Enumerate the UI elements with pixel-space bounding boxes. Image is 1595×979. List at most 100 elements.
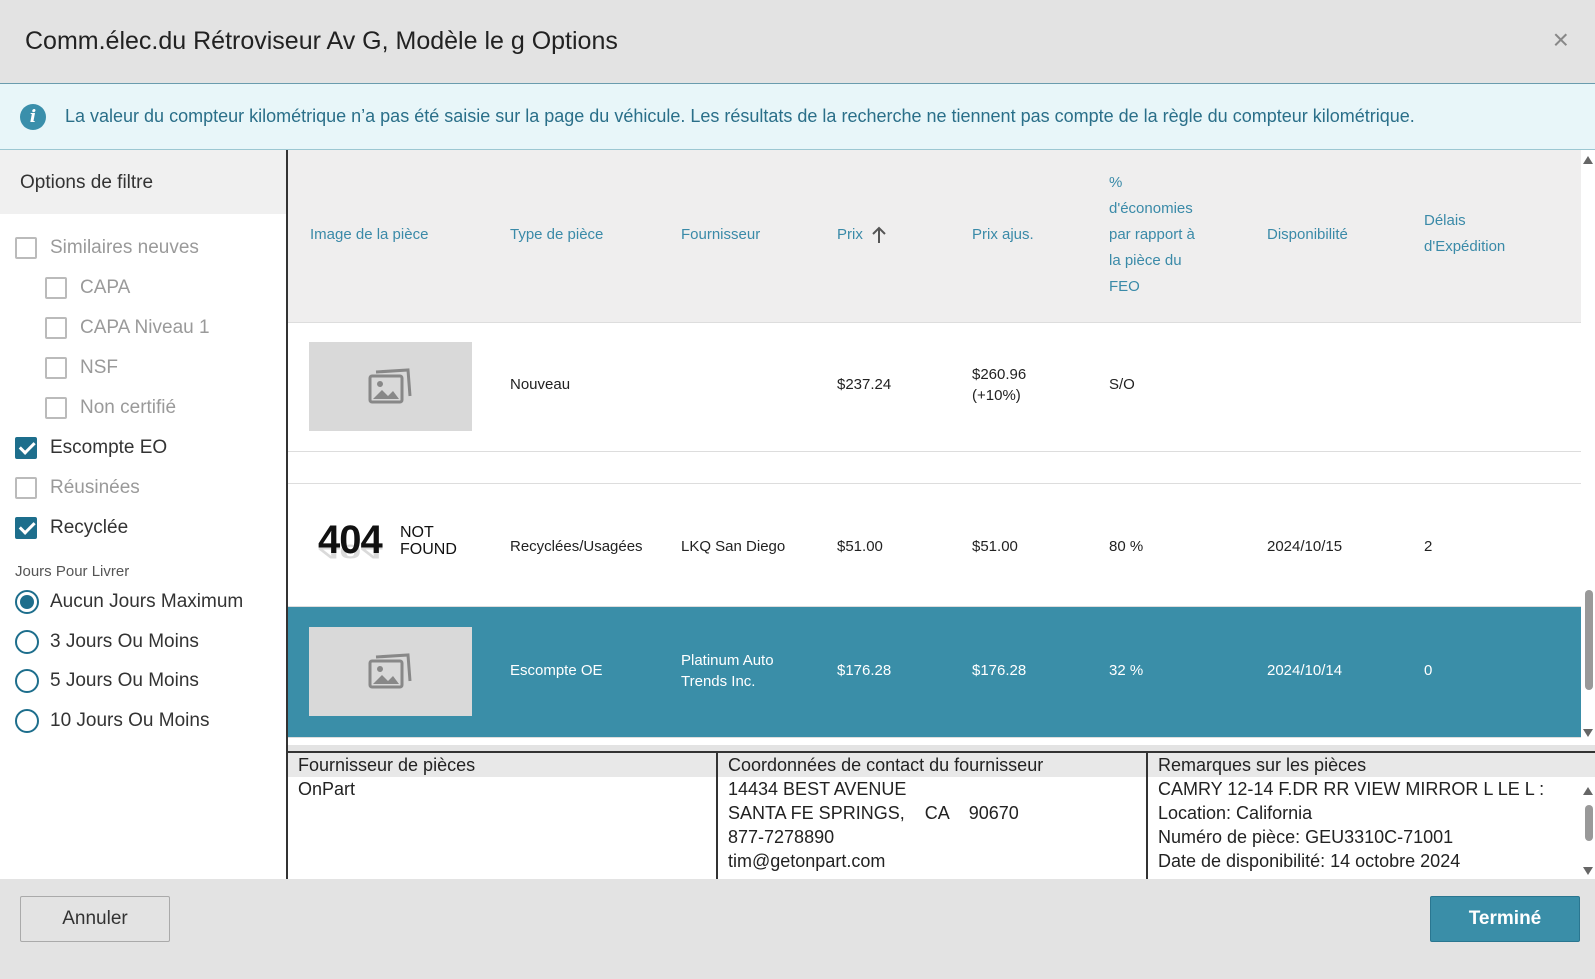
savings: 32 % xyxy=(1109,662,1144,679)
filter-nsf[interactable]: NSF xyxy=(45,357,118,379)
savings: 80 % xyxy=(1109,538,1144,555)
dialog-title: Comm.élec.du Rétroviseur Av G, Modèle le… xyxy=(25,27,618,55)
filter-capa-level1[interactable]: CAPA Niveau 1 xyxy=(45,317,210,339)
filter-non-certified[interactable]: Non certifié xyxy=(45,397,176,419)
contact-address: 14434 BEST AVENUE xyxy=(728,779,907,799)
checkbox[interactable] xyxy=(45,357,67,379)
radio-label: 3 Jours Ou Moins xyxy=(50,631,199,652)
delivery-days-label: Jours Pour Livrer xyxy=(15,563,130,580)
close-icon[interactable]: × xyxy=(1553,26,1569,54)
results-table: Image de la pièce Type de pièce Fourniss… xyxy=(288,150,1595,745)
scrollbar-thumb[interactable] xyxy=(1585,590,1593,690)
contact-city: SANTA FE SPRINGS, CA 90670 xyxy=(728,803,1019,823)
done-button[interactable]: Terminé xyxy=(1430,896,1580,942)
info-banner: i La valeur du compteur kilométrique n’a… xyxy=(0,84,1595,150)
remarks-header: Remarques sur les pièces xyxy=(1148,753,1595,777)
header-type[interactable]: Type de pièce xyxy=(510,222,603,248)
scroll-down-icon[interactable] xyxy=(1583,867,1593,875)
shipping-delay: 2 xyxy=(1424,538,1433,555)
checkbox-checked[interactable] xyxy=(15,517,37,539)
not-found-text: NOT FOUND xyxy=(400,524,457,558)
header-savings[interactable]: % d'économies par rapport à la pièce du … xyxy=(1109,170,1209,300)
filter-eo-discount[interactable]: Escompte EO xyxy=(15,437,167,459)
checkbox[interactable] xyxy=(15,477,37,499)
filter-label: Non certifié xyxy=(80,397,177,418)
radio-selected[interactable] xyxy=(15,590,39,614)
not-found-text-2: FOUND xyxy=(400,541,457,558)
dialog-footer: Annuler Terminé xyxy=(0,879,1595,979)
arrow-up-icon xyxy=(872,226,886,243)
filter-label: Escompte EO xyxy=(50,437,168,458)
header-availability[interactable]: Disponibilité xyxy=(1267,222,1348,248)
header-adjusted-price[interactable]: Prix ajus. xyxy=(972,222,1034,248)
image-icon xyxy=(368,653,412,689)
filter-recycled[interactable]: Recyclée xyxy=(15,517,128,539)
contact-phone: 877-7278890 xyxy=(728,827,835,847)
part-image-placeholder xyxy=(309,342,472,431)
radio-3-days[interactable]: 3 Jours Ou Moins xyxy=(15,630,199,654)
filter-similar-new[interactable]: Similaires neuves xyxy=(15,237,199,259)
filter-label: CAPA Niveau 1 xyxy=(80,317,210,338)
header-price[interactable]: Prix xyxy=(837,222,887,248)
contact-header: Coordonnées de contact du fournisseur xyxy=(718,753,1146,777)
supplier-header: Fournisseur de pièces xyxy=(288,753,716,777)
info-icon: i xyxy=(20,104,46,130)
table-row[interactable]: Nouveau $237.24 $260.96 (+10%) S/O xyxy=(288,322,1583,452)
remarks-line: Date de disponibilité: 14 octobre 2024 xyxy=(1158,851,1461,871)
adjusted-price-value: $260.96 xyxy=(972,366,1027,383)
not-found-text-1: NOT xyxy=(400,524,434,541)
filter-label: NSF xyxy=(80,357,118,378)
price: $237.24 xyxy=(837,376,892,393)
radio[interactable] xyxy=(15,630,39,654)
scroll-up-icon[interactable] xyxy=(1583,787,1593,795)
adjusted-price-pct: (+10%) xyxy=(972,387,1021,404)
dialog-titlebar: Comm.élec.du Rétroviseur Av G, Modèle le… xyxy=(0,0,1595,84)
supplier: LKQ San Diego xyxy=(681,538,786,555)
header-image[interactable]: Image de la pièce xyxy=(310,222,428,248)
radio[interactable] xyxy=(15,669,39,693)
filter-label: Réusinées xyxy=(50,477,140,498)
checkbox[interactable] xyxy=(45,397,67,419)
header-price-label: Prix xyxy=(837,226,863,243)
table-row-selected[interactable]: Escompte OE Platinum Auto Trends Inc. $1… xyxy=(288,607,1583,738)
part-type: Recyclées/Usagées xyxy=(510,538,643,555)
adjusted-price: $176.28 xyxy=(972,662,1027,679)
checkbox[interactable] xyxy=(15,237,37,259)
radio-label: 10 Jours Ou Moins xyxy=(50,710,210,731)
scrollbar-thumb[interactable] xyxy=(1585,805,1593,841)
table-row-spacer xyxy=(288,452,1583,484)
filter-label: Recyclée xyxy=(50,517,129,538)
info-banner-text: La valeur du compteur kilométrique n’a p… xyxy=(65,106,1415,126)
table-row[interactable]: 404 NOT FOUND 404 Recyclées/Usagées LKQ … xyxy=(288,484,1583,607)
part-type: Nouveau xyxy=(510,376,571,393)
filter-label: Similaires neuves xyxy=(50,237,199,258)
checkbox-checked[interactable] xyxy=(15,437,37,459)
header-shipping-delay[interactable]: Délais d'Expédition xyxy=(1424,208,1534,260)
checkbox[interactable] xyxy=(45,317,67,339)
savings: S/O xyxy=(1109,376,1135,393)
adjusted-price: $51.00 xyxy=(972,538,1018,555)
filter-title: Options de filtre xyxy=(0,150,286,214)
availability: 2024/10/14 xyxy=(1267,662,1343,679)
radio-no-max[interactable]: Aucun Jours Maximum xyxy=(15,590,243,614)
header-supplier[interactable]: Fournisseur xyxy=(681,222,760,248)
scroll-up-icon[interactable] xyxy=(1583,156,1593,164)
table-header: Image de la pièce Type de pièce Fourniss… xyxy=(288,150,1583,323)
radio[interactable] xyxy=(15,709,39,733)
filter-sidebar: Options de filtre Similaires neuves CAPA… xyxy=(0,150,288,879)
shipping-delay: 0 xyxy=(1424,662,1433,679)
table-scrollbar[interactable] xyxy=(1581,150,1595,745)
radio-label: 5 Jours Ou Moins xyxy=(50,670,199,691)
checkbox[interactable] xyxy=(45,277,67,299)
filter-capa[interactable]: CAPA xyxy=(45,277,130,299)
remarks-line: Numéro de pièce: GEU3310C-71001 xyxy=(1158,827,1454,847)
image-icon xyxy=(368,368,412,404)
filter-remanufactured[interactable]: Réusinées xyxy=(15,477,140,499)
supplier-name: OnPart xyxy=(298,779,356,799)
scroll-down-icon[interactable] xyxy=(1583,729,1593,737)
radio-5-days[interactable]: 5 Jours Ou Moins xyxy=(15,669,199,693)
remarks-scrollbar[interactable] xyxy=(1581,777,1595,881)
radio-10-days[interactable]: 10 Jours Ou Moins xyxy=(15,709,209,733)
cancel-button[interactable]: Annuler xyxy=(20,896,170,942)
contact-panel: Coordonnées de contact du fournisseur 14… xyxy=(718,753,1148,881)
